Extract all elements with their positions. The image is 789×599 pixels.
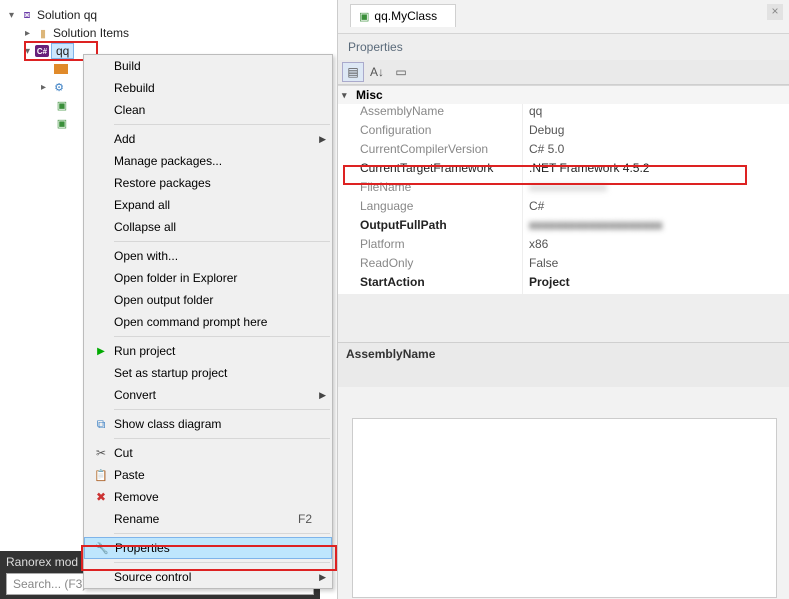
- menu-run-project[interactable]: ▶Run project: [84, 340, 332, 362]
- diagram-icon: ⧉: [97, 417, 106, 432]
- menu-cut[interactable]: ✂Cut: [84, 442, 332, 464]
- properties-title: Properties: [338, 34, 789, 60]
- prop-configuration[interactable]: ConfigurationDebug: [338, 123, 789, 142]
- menu-open-cmd[interactable]: Open command prompt here: [84, 311, 332, 333]
- categorized-button[interactable]: ▤: [342, 62, 364, 82]
- menu-expand-all[interactable]: Expand all: [84, 194, 332, 216]
- properties-page-button[interactable]: ▭: [390, 62, 412, 82]
- menu-separator: [114, 438, 330, 439]
- properties-window: Properties × ▤ A↓ ▭ ▾ Misc AssemblyNameq…: [338, 33, 789, 387]
- menu-rebuild[interactable]: Rebuild: [84, 77, 332, 99]
- menu-rename[interactable]: RenameF2: [84, 508, 332, 530]
- prop-targetframework[interactable]: CurrentTargetFramework.NET Framework 4.5…: [338, 161, 789, 180]
- menu-separator: [114, 562, 330, 563]
- collapse-icon[interactable]: ▾: [342, 90, 356, 101]
- close-icon[interactable]: ×: [767, 4, 783, 20]
- menu-clean[interactable]: Clean: [84, 99, 332, 121]
- collapse-icon[interactable]: ▾: [6, 10, 17, 21]
- menu-collapse-all[interactable]: Collapse all: [84, 216, 332, 238]
- prop-outputpath[interactable]: OutputFullPathxxxxxxxxxxxxxxxxxxxx: [338, 218, 789, 237]
- menu-open-folder[interactable]: Open folder in Explorer: [84, 267, 332, 289]
- file-tab[interactable]: ▣ qq.MyClass: [350, 4, 456, 27]
- solution-label: Solution qq: [37, 8, 97, 22]
- remove-icon: ✖: [96, 490, 106, 504]
- menu-add[interactable]: Add▶: [84, 128, 332, 150]
- category-row[interactable]: ▾ Misc: [338, 86, 789, 104]
- references-icon: ⚙: [51, 79, 67, 95]
- expand-icon[interactable]: ▸: [38, 82, 49, 93]
- menu-remove[interactable]: ✖Remove: [84, 486, 332, 508]
- menu-open-output[interactable]: Open output folder: [84, 289, 332, 311]
- prop-filename[interactable]: FileNamexxxxxxxxxxxxx: [338, 180, 789, 199]
- context-menu: Build Rebuild Clean Add▶ Manage packages…: [83, 54, 333, 589]
- menu-paste[interactable]: 📋Paste: [84, 464, 332, 486]
- play-icon: ▶: [97, 346, 105, 357]
- submenu-arrow-icon: ▶: [319, 390, 326, 401]
- tab-label: qq.MyClass: [374, 9, 437, 23]
- property-description: AssemblyName: [338, 342, 789, 387]
- menu-convert[interactable]: Convert▶: [84, 384, 332, 406]
- menu-separator: [114, 336, 330, 337]
- paste-icon: 📋: [94, 469, 108, 482]
- prop-platform[interactable]: Platformx86: [338, 237, 789, 256]
- menu-set-startup[interactable]: Set as startup project: [84, 362, 332, 384]
- menu-restore-packages[interactable]: Restore packages: [84, 172, 332, 194]
- properties-toolbar: ▤ A↓ ▭: [338, 60, 789, 85]
- cut-icon: ✂: [96, 446, 106, 460]
- menu-source-control[interactable]: Source control▶: [84, 566, 332, 588]
- solution-items-label: Solution Items: [53, 26, 129, 40]
- editor-area[interactable]: [352, 418, 777, 598]
- alphabetical-button[interactable]: A↓: [366, 62, 388, 82]
- menu-separator: [114, 533, 330, 534]
- submenu-arrow-icon: ▶: [319, 134, 326, 145]
- menu-open-with[interactable]: Open with...: [84, 245, 332, 267]
- prop-compiler[interactable]: CurrentCompilerVersionC# 5.0: [338, 142, 789, 161]
- cs-file-icon: ▣: [359, 10, 369, 23]
- menu-separator: [114, 124, 330, 125]
- prop-readonly[interactable]: ReadOnlyFalse: [338, 256, 789, 275]
- shortcut-label: F2: [298, 512, 312, 526]
- menu-separator: [114, 409, 330, 410]
- prop-assemblyname[interactable]: AssemblyNameqq: [338, 104, 789, 123]
- menu-show-class[interactable]: ⧉Show class diagram: [84, 413, 332, 435]
- cs-file-icon: ▣: [54, 97, 70, 113]
- folder-icon: ▮: [35, 25, 51, 41]
- menu-manage-packages[interactable]: Manage packages...: [84, 150, 332, 172]
- menu-properties[interactable]: 🔧Properties: [84, 537, 332, 559]
- submenu-arrow-icon: ▶: [319, 572, 326, 583]
- prop-startaction[interactable]: StartActionProject: [338, 275, 789, 294]
- property-grid: ▾ Misc AssemblyNameqq ConfigurationDebug…: [338, 85, 789, 294]
- menu-build[interactable]: Build: [84, 55, 332, 77]
- item-icon: [54, 64, 68, 74]
- cs-file-icon: ▣: [54, 115, 70, 131]
- properties-icon: 🔧: [95, 542, 109, 555]
- menu-separator: [114, 241, 330, 242]
- editor-panel: ▣ qq.MyClass Properties × ▤ A↓ ▭ ▾ Misc …: [337, 0, 789, 599]
- expand-icon[interactable]: ▸: [22, 28, 33, 39]
- solution-node[interactable]: ▾ ⧈ Solution qq: [6, 6, 320, 24]
- solution-icon: ⧈: [19, 7, 35, 23]
- solution-items-node[interactable]: ▸ ▮ Solution Items: [6, 24, 320, 42]
- prop-language[interactable]: LanguageC#: [338, 199, 789, 218]
- category-label: Misc: [356, 88, 383, 102]
